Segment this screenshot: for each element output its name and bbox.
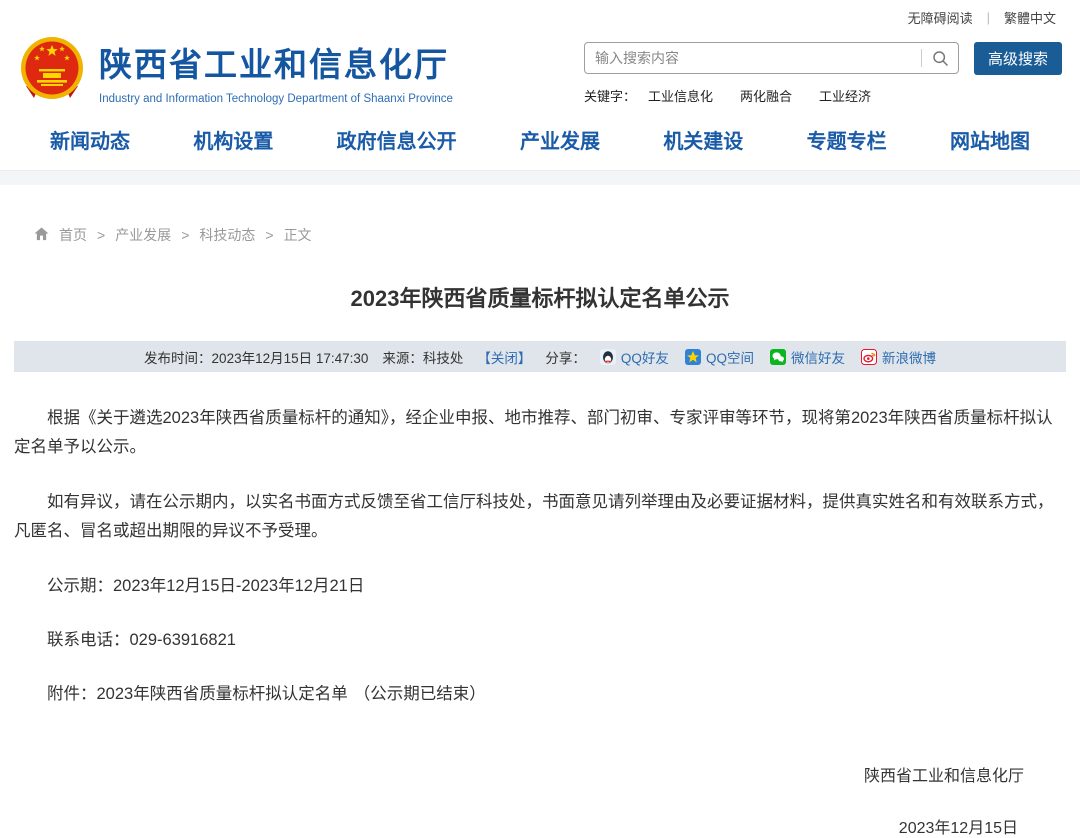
site-subtitle: Industry and Information Technology Depa…: [99, 93, 453, 105]
article-paragraph: 如有异议，请在公示期内，以实名书面方式反馈至省工信厅科技处，书面意见请列举理由及…: [14, 488, 1066, 546]
hot-keywords: 关键字： 工业信息化 两化融合 工业经济: [584, 86, 1062, 105]
keyword-link[interactable]: 两化融合: [740, 86, 792, 105]
close-button[interactable]: 【关闭】: [477, 347, 531, 367]
signature-org: 陕西省工业和信息化厅: [14, 762, 1066, 786]
nav-item-agency[interactable]: 机关建设: [663, 125, 743, 154]
search-icon[interactable]: [922, 50, 958, 67]
breadcrumb-home[interactable]: 首页: [59, 225, 87, 245]
breadcrumb-tech-news[interactable]: 科技动态: [199, 225, 255, 245]
search-box: [584, 42, 959, 74]
breadcrumb-current: 正文: [284, 225, 312, 245]
attachment-label: 附件：: [47, 685, 97, 703]
source-value: 科技处: [423, 347, 464, 367]
publish-time-value: 2023年12月15日 17:47:30: [212, 347, 369, 367]
advanced-search-button[interactable]: 高级搜索: [974, 42, 1062, 75]
share-qq-friend-label: QQ好友: [621, 347, 669, 367]
search-area: 高级搜索 关键字： 工业信息化 两化融合 工业经济: [584, 36, 1062, 105]
share-label: 分享：: [545, 347, 586, 367]
site-title-block: 陕西省工业和信息化厅 Industry and Information Tech…: [99, 38, 453, 105]
nav-item-news[interactable]: 新闻动态: [50, 125, 130, 154]
breadcrumb-industry[interactable]: 产业发展: [115, 225, 171, 245]
contact-phone-line: 联系电话：029-63916821: [14, 626, 1066, 650]
page-title: 2023年陕西省质量标杆拟认定名单公示: [0, 281, 1080, 313]
site-header: 陕西省工业和信息化厅 Industry and Information Tech…: [0, 34, 1080, 117]
share-weibo[interactable]: 新浪微博: [861, 347, 936, 367]
utility-topbar: 无障碍阅读 | 繁體中文: [0, 0, 1080, 34]
keyword-link[interactable]: 工业信息化: [648, 86, 713, 105]
nav-item-special[interactable]: 专题专栏: [807, 125, 887, 154]
home-icon: [34, 227, 49, 244]
share-wechat[interactable]: 微信好友: [770, 347, 845, 367]
share-wechat-label: 微信好友: [791, 347, 845, 367]
qzone-icon: [685, 349, 701, 365]
traditional-chinese-link[interactable]: 繁體中文: [1004, 8, 1056, 27]
share-qzone[interactable]: QQ空间: [685, 347, 754, 367]
wechat-icon: [770, 349, 786, 365]
search-input[interactable]: [585, 50, 921, 66]
breadcrumb: 首页 > 产业发展 > 科技动态 > 正文: [0, 185, 1080, 245]
keyword-link[interactable]: 工业经济: [819, 86, 871, 105]
accessibility-link[interactable]: 无障碍阅读: [908, 8, 973, 27]
keywords-label: 关键字：: [584, 86, 636, 105]
article-paragraph: 根据《关于遴选2023年陕西省质量标杆的通知》，经企业申报、地市推荐、部门初审、…: [14, 404, 1066, 462]
share-qq-friend[interactable]: QQ好友: [600, 347, 669, 367]
share-qzone-label: QQ空间: [706, 347, 754, 367]
site-brand: 陕西省工业和信息化厅 Industry and Information Tech…: [18, 36, 453, 107]
national-emblem-icon: [18, 36, 86, 107]
signature-date: 2023年12月15日: [14, 814, 1066, 838]
nav-item-organization[interactable]: 机构设置: [193, 125, 273, 154]
nav-item-industry[interactable]: 产业发展: [520, 125, 600, 154]
attachment-line: 附件：2023年陕西省质量标杆拟认定名单 （公示期已结束）: [14, 680, 1066, 704]
header-separator-strip: [0, 170, 1080, 185]
source-label: 来源：: [382, 347, 423, 367]
publicity-period-line: 公示期：2023年12月15日-2023年12月21日: [14, 572, 1066, 596]
breadcrumb-separator: >: [265, 227, 273, 243]
publish-time-label: 发布时间：: [144, 347, 212, 367]
qq-friend-icon: [600, 349, 616, 365]
attachment-note: （公示期已结束）: [354, 685, 486, 703]
topbar-divider: |: [987, 10, 990, 25]
site-title: 陕西省工业和信息化厅: [99, 38, 453, 86]
main-nav: 新闻动态 机构设置 政府信息公开 产业发展 机关建设 专题专栏 网站地图: [0, 117, 1080, 170]
nav-item-sitemap[interactable]: 网站地图: [950, 125, 1030, 154]
breadcrumb-separator: >: [181, 227, 189, 243]
article-meta-bar: 发布时间： 2023年12月15日 17:47:30 来源： 科技处 【关闭】 …: [14, 341, 1066, 372]
nav-item-gov-info[interactable]: 政府信息公开: [337, 125, 457, 154]
weibo-icon: [861, 349, 877, 365]
share-weibo-label: 新浪微博: [882, 347, 936, 367]
article-body: 根据《关于遴选2023年陕西省质量标杆的通知》，经企业申报、地市推荐、部门初审、…: [0, 372, 1080, 838]
breadcrumb-separator: >: [97, 227, 105, 243]
attachment-link[interactable]: 2023年陕西省质量标杆拟认定名单: [97, 685, 348, 703]
